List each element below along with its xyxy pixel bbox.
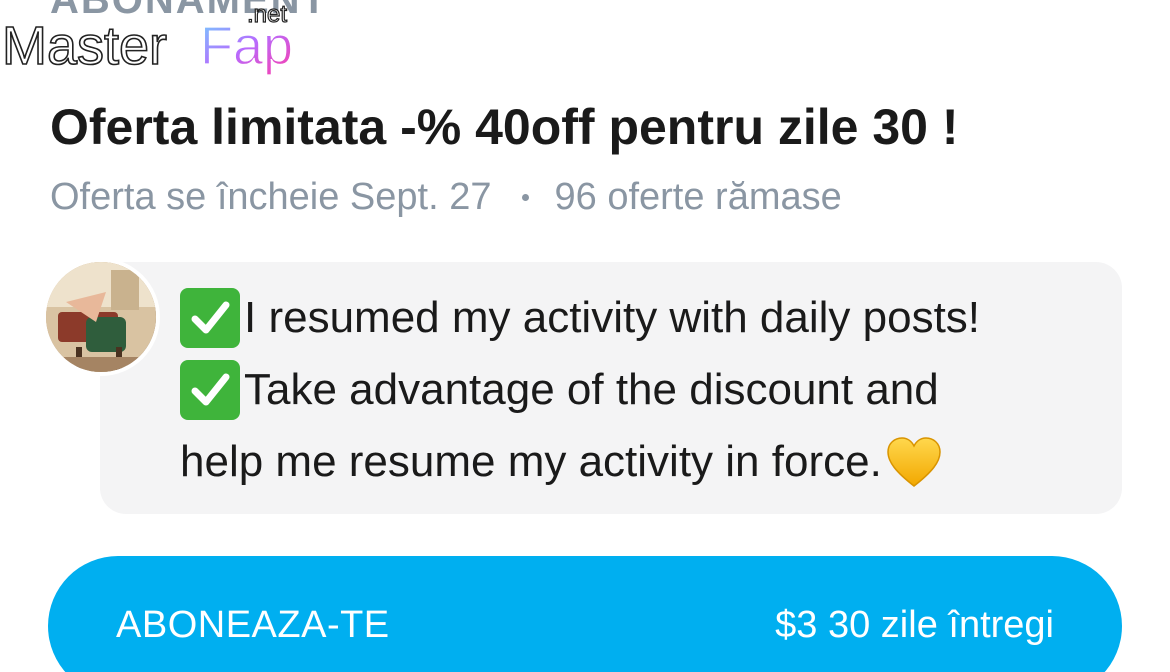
subscribe-button[interactable]: ABONEAZA-TE $3 30 zile întregi — [48, 556, 1122, 672]
message-line-2-text: Take advantage of the discount and — [244, 365, 939, 414]
message-line-1-text: I resumed my activity with daily posts! — [244, 293, 981, 342]
subscribe-price: $3 30 zile întregi — [775, 604, 1054, 646]
check-mark-icon — [180, 360, 240, 420]
offer-card: ABONAMENT .net Master Fap Oferta limitat… — [0, 0, 1170, 672]
message-text: I resumed my activity with daily posts! … — [180, 282, 1100, 498]
message-line-1: I resumed my activity with daily posts! — [180, 282, 1100, 354]
check-mark-icon — [180, 288, 240, 348]
offer-end-date: Oferta se încheie Sept. 27 — [50, 176, 492, 218]
svg-text:Fap: Fap — [200, 16, 293, 76]
separator-dot — [521, 194, 529, 201]
watermark-logo: .net Master Fap — [2, 0, 312, 86]
message-line-3: help me resume my activity in force. — [180, 426, 1100, 498]
message-line-2: Take advantage of the discount and — [180, 354, 1100, 426]
message-line-3-text: help me resume my activity in force. — [180, 437, 882, 486]
avatar[interactable] — [46, 262, 156, 372]
yellow-heart-icon — [884, 434, 944, 490]
offer-title: Oferta limitata -% 40off pentru zile 30 … — [50, 99, 959, 155]
svg-text:Master: Master — [2, 16, 167, 76]
subscribe-label: ABONEAZA-TE — [116, 604, 390, 646]
offer-meta: Oferta se încheie Sept. 27 96 oferte răm… — [50, 176, 842, 219]
offers-remaining: 96 oferte rămase — [554, 176, 842, 218]
